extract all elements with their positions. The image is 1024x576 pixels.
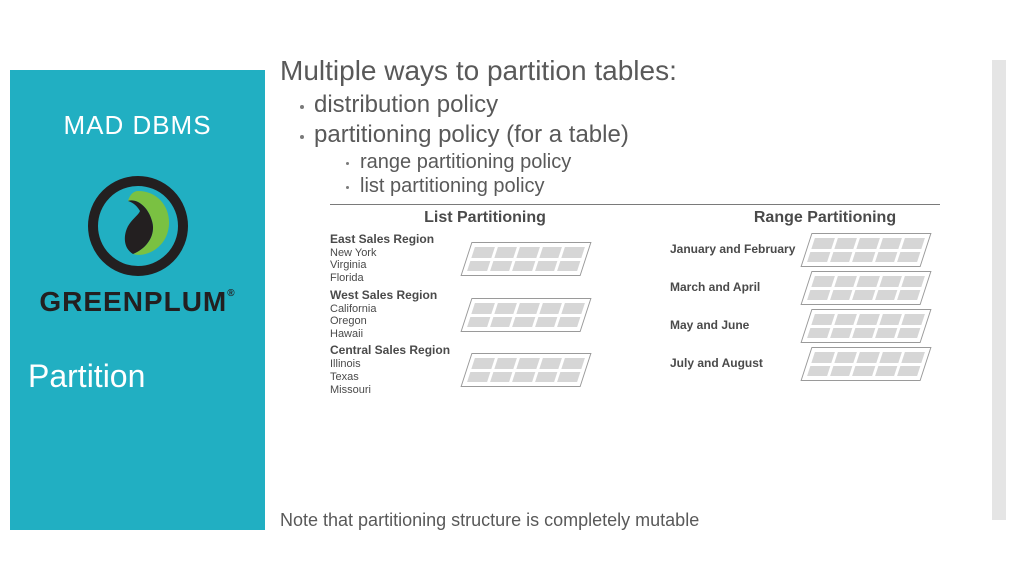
bullet-text: partitioning policy (for a table) — [314, 121, 629, 148]
column-title: List Partitioning — [330, 209, 640, 227]
divider — [330, 204, 940, 205]
partition-label: East Sales Region New York Virginia Flor… — [330, 233, 458, 285]
sub-bullet-list: range partitioning policy list partition… — [314, 151, 980, 198]
partition-row: March and April — [670, 271, 980, 305]
bullet-item: partitioning policy (for a table) range … — [300, 121, 980, 198]
list-partition-column: List Partitioning East Sales Region New … — [330, 209, 640, 400]
bullet-list: distribution policy partitioning policy … — [280, 91, 980, 198]
range-partition-column: Range Partitioning January and February … — [670, 209, 980, 400]
scrollbar-track[interactable] — [992, 60, 1006, 520]
partition-label: January and February — [670, 243, 798, 257]
partition-label: Central Sales Region Illinois Texas Miss… — [330, 344, 458, 396]
bullet-item: distribution policy — [300, 91, 980, 119]
partition-label: March and April — [670, 281, 798, 295]
sidebar-panel: MAD DBMS GREENPLUM® Partition — [10, 70, 265, 530]
partition-label: West Sales Region California Oregon Hawa… — [330, 289, 458, 341]
column-title: Range Partitioning — [670, 209, 980, 227]
sub-bullet-item: range partitioning policy — [346, 151, 980, 174]
partition-row: Central Sales Region Illinois Texas Miss… — [330, 344, 640, 396]
content-area: Multiple ways to partition tables: distr… — [280, 55, 980, 400]
brand-wordmark: GREENPLUM® — [28, 286, 247, 318]
table-icon — [800, 233, 931, 267]
partition-diagram: List Partitioning East Sales Region New … — [330, 209, 980, 400]
sidebar-title: MAD DBMS — [28, 110, 247, 141]
partition-row: West Sales Region California Oregon Hawa… — [330, 289, 640, 341]
table-icon — [800, 309, 931, 343]
greenplum-logo-icon — [88, 176, 188, 276]
sub-bullet-item: list partitioning policy — [346, 175, 980, 198]
table-icon — [460, 353, 591, 387]
sidebar-subtitle: Partition — [28, 358, 247, 395]
partition-row: East Sales Region New York Virginia Flor… — [330, 233, 640, 285]
footer-note: Note that partitioning structure is comp… — [280, 510, 699, 531]
table-icon — [800, 271, 931, 305]
partition-row: July and August — [670, 347, 980, 381]
table-icon — [460, 242, 591, 276]
partition-label: May and June — [670, 319, 798, 333]
table-icon — [800, 347, 931, 381]
partition-row: May and June — [670, 309, 980, 343]
partition-row: January and February — [670, 233, 980, 267]
partition-label: July and August — [670, 357, 798, 371]
main-heading: Multiple ways to partition tables: — [280, 55, 980, 87]
table-icon — [460, 298, 591, 332]
